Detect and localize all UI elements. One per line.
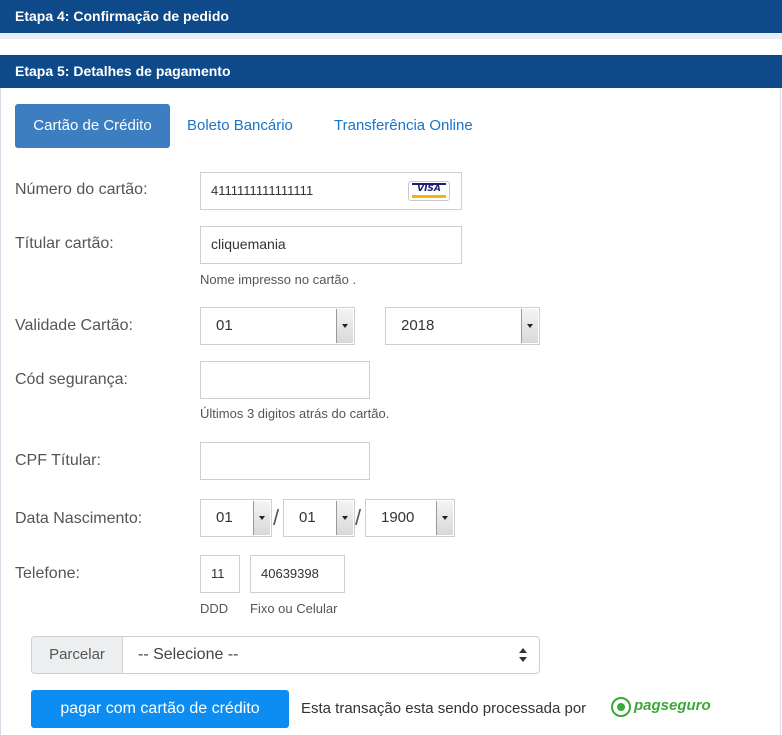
date-separator: / [355, 505, 362, 530]
holder-input[interactable]: cliquemania [200, 226, 462, 264]
cvv-label: Cód segurança: [15, 371, 128, 388]
chevron-down-icon [521, 309, 538, 343]
pagseguro-wordmark: pagseguro [634, 697, 711, 714]
installments-value: -- Selecione -- [138, 646, 239, 663]
divider [0, 33, 782, 39]
phone-ddd-help: DDD [200, 601, 229, 616]
cvv-help: Últimos 3 digitos atrás do cartão. [200, 406, 390, 421]
chevron-down-icon [336, 309, 353, 343]
installments-group: Parcelar -- Selecione -- [31, 636, 540, 674]
tab-online-transfer[interactable]: Transferência Online [334, 104, 473, 148]
step4-header[interactable]: Etapa 4: Confirmação de pedido [0, 0, 782, 33]
select-arrows-icon [519, 648, 527, 662]
cpf-label: CPF Títular: [15, 452, 101, 469]
expiry-year-value: 2018 [401, 317, 435, 334]
date-separator: / [273, 505, 280, 530]
card-number-label: Número do cartão: [15, 181, 148, 198]
expiry-month-value: 01 [216, 317, 233, 334]
expiry-label: Validade Cartão: [15, 317, 133, 334]
birth-year-value: 1900 [381, 509, 415, 526]
tab-credit-card[interactable]: Cartão de Crédito [15, 104, 170, 148]
phone-number-input[interactable]: 40639398 [250, 555, 345, 593]
processed-by-text: Esta transação esta sendo processada por [301, 700, 587, 717]
birth-month-select[interactable]: 01 [283, 499, 355, 537]
pay-with-card-button[interactable]: pagar com cartão de crédito [31, 690, 289, 728]
cpf-input[interactable] [200, 442, 370, 480]
birth-day-value: 01 [216, 509, 233, 526]
expiry-year-select[interactable]: 2018 [385, 307, 540, 345]
holder-label: Títular cartão: [15, 235, 114, 252]
chevron-down-icon [436, 501, 453, 535]
expiry-month-select[interactable]: 01 [200, 307, 355, 345]
step5-header: Etapa 5: Detalhes de pagamento [0, 55, 782, 88]
birth-label: Data Nascimento: [15, 510, 143, 527]
phone-label: Telefone: [15, 565, 80, 582]
chevron-down-icon [253, 501, 270, 535]
installments-select[interactable]: -- Selecione -- [123, 637, 539, 673]
birth-day-select[interactable]: 01 [200, 499, 272, 537]
cvv-input[interactable] [200, 361, 370, 399]
visa-icon: VISA [408, 181, 450, 201]
pagseguro-logo: pagseguro [611, 697, 716, 721]
installments-addon: Parcelar [32, 637, 123, 673]
phone-ddd-input[interactable]: 11 [200, 555, 240, 593]
pagseguro-icon [611, 697, 631, 717]
tab-boleto[interactable]: Boleto Bancário [187, 104, 293, 148]
chevron-down-icon [336, 501, 353, 535]
phone-number-help: Fixo ou Celular [250, 601, 338, 616]
birth-month-value: 01 [299, 509, 316, 526]
holder-help: Nome impresso no cartão . [200, 272, 357, 287]
birth-year-select[interactable]: 1900 [365, 499, 455, 537]
